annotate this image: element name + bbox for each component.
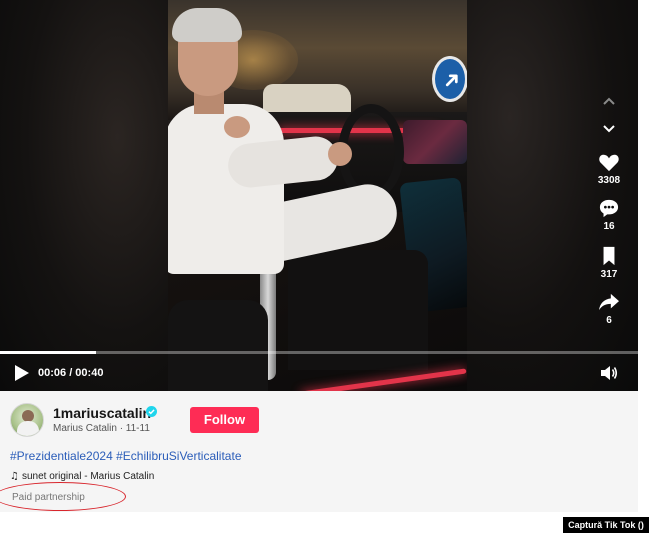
previous-video-button[interactable] [600,94,618,106]
blurred-background-right [467,0,638,391]
avatar-person-shirt [17,421,39,436]
music-line[interactable]: ♫ sunet original - Marius Catalin [10,471,154,482]
blurred-background-left [0,0,168,391]
volume-button[interactable] [600,365,618,381]
hashtag-link[interactable]: #Prezidentiale2024 [10,449,113,463]
person-hand [328,142,352,166]
progress-bar[interactable] [0,351,638,354]
hashtag-list: #Prezidentiale2024 #EchilibruSiVerticali… [10,449,242,463]
avatar[interactable] [10,403,44,437]
comment-icon [599,199,619,218]
play-button[interactable] [14,364,30,382]
save-count: 317 [600,269,618,280]
like-count: 3308 [597,175,621,186]
video-player[interactable]: ➜ 3308 16 317 6 00:06 / 00:40 [0,0,638,391]
instrument-cluster [403,120,467,164]
play-icon [15,365,29,381]
road-sign: ➜ [432,56,467,102]
highlight-oval [0,482,126,511]
chevron-down-icon [603,125,615,133]
save-button[interactable]: 317 [588,246,630,280]
next-video-button[interactable] [600,122,618,134]
comment-button[interactable]: 16 [588,198,630,232]
share-count: 6 [606,315,612,326]
volume-icon [601,366,618,380]
person-hair [172,8,242,42]
author-display-line: Marius Catalin · 11-11 [53,423,150,434]
like-button[interactable]: 3308 [588,152,630,186]
comment-count: 16 [603,221,615,232]
person-hand-chest [224,116,250,138]
share-button[interactable]: 6 [588,292,630,326]
screenshot-credit: Captură Tik Tok () [563,517,649,533]
share-icon [599,293,619,311]
time-display: 00:06 / 00:40 [38,367,104,379]
bookmark-icon [603,246,615,266]
heart-icon [599,154,619,172]
ambient-light-lower [300,368,467,391]
verified-badge-icon [146,406,157,417]
music-title: sunet original - Marius Catalin [21,471,155,482]
video-frame[interactable]: ➜ [168,0,467,391]
hashtag-link[interactable]: #EchilibruSiVerticalitate [116,449,241,463]
follow-button[interactable]: Follow [190,407,259,433]
progress-bar-fill [0,351,96,354]
author-username[interactable]: 1mariuscatalin [53,405,151,421]
music-note-icon: ♫ [10,471,19,482]
chevron-up-icon [603,97,615,105]
car-seat [168,300,268,391]
